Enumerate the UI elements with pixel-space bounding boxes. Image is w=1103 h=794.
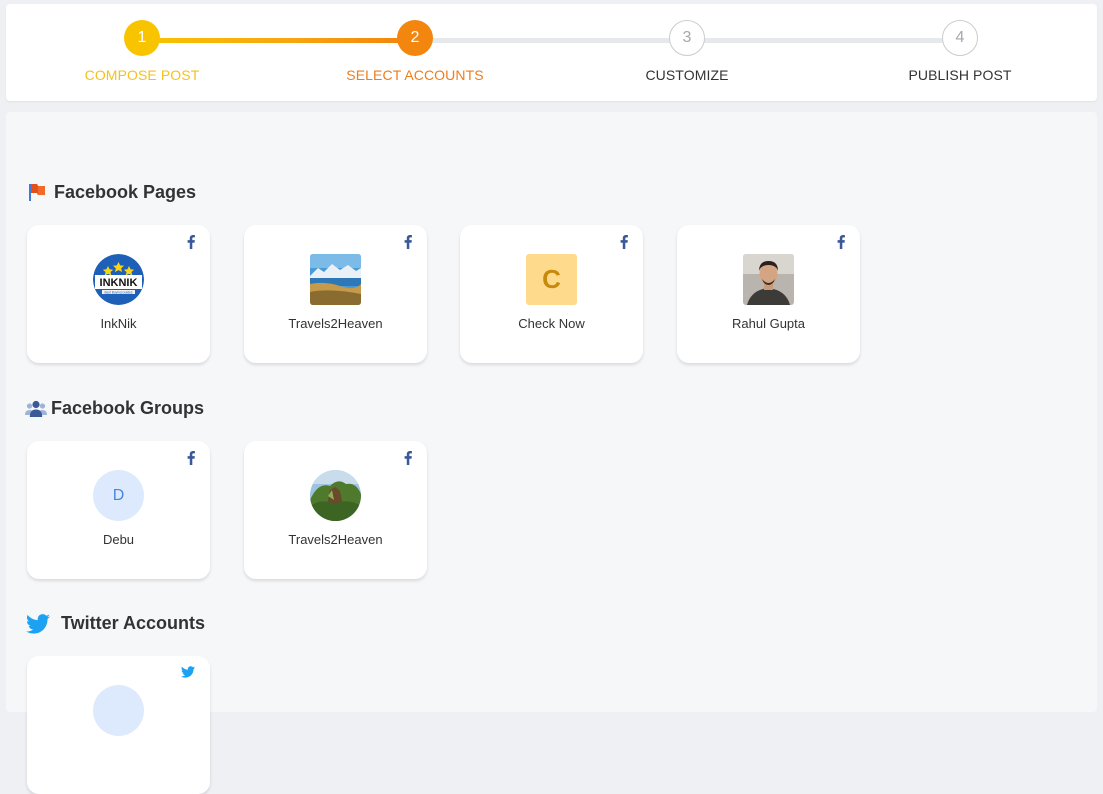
avatar [743, 254, 794, 305]
section-title-text: Facebook Groups [51, 398, 205, 418]
section-title-facebook-pages: Facebook Pages [26, 181, 196, 203]
step-number: 3 [669, 20, 705, 56]
account-name: Debu [102, 532, 135, 547]
inknik-logo-tagline: Best Buying Guides [105, 290, 133, 294]
account-name: InkNik [100, 316, 137, 331]
facebook-icon [187, 235, 195, 249]
facebook-icon [404, 235, 412, 249]
account-name: Travels2Heaven [288, 316, 383, 331]
step-customize[interactable]: 3 CUSTOMIZE [577, 20, 797, 83]
avatar [310, 470, 361, 521]
facebook-icon [620, 235, 628, 249]
avatar-initial: D [93, 470, 144, 521]
users-icon [25, 400, 47, 417]
avatar [310, 254, 361, 305]
avatar [93, 685, 144, 736]
account-card-rahul-gupta[interactable]: Rahul Gupta [677, 225, 860, 363]
facebook-icon [187, 451, 195, 465]
step-label: COMPOSE POST [84, 67, 200, 83]
section-title-twitter-accounts: Twitter Accounts [26, 613, 205, 634]
inknik-logo-text: INKNIK [100, 277, 138, 289]
avatar: D [93, 470, 144, 521]
account-name: Travels2Heaven [288, 532, 383, 547]
section-title-facebook-groups: Facebook Groups [25, 398, 204, 419]
account-card-travels2heaven-group[interactable]: Travels2Heaven [244, 441, 427, 579]
step-label: SELECT ACCOUNTS [346, 67, 484, 83]
twitter-bird-icon [26, 613, 50, 634]
account-card-travels2heaven[interactable]: Travels2Heaven [244, 225, 427, 363]
facebook-icon [404, 451, 412, 465]
account-name: Check Now [518, 316, 585, 331]
account-card-debu[interactable]: D Debu [27, 441, 210, 579]
step-number: 1 [124, 20, 160, 56]
step-label: CUSTOMIZE [645, 67, 729, 83]
account-card-inknik[interactable]: INKNIK Best Buying Guides InkNik [27, 225, 210, 363]
account-card-twitter[interactable] [27, 656, 210, 794]
twitter-icon [181, 666, 195, 678]
avatar: C [526, 254, 577, 305]
step-select-accounts[interactable]: 2 SELECT ACCOUNTS [305, 20, 525, 83]
section-title-text: Twitter Accounts [61, 613, 206, 633]
facebook-icon [837, 235, 845, 249]
avatar: INKNIK Best Buying Guides [93, 254, 144, 305]
step-number: 2 [397, 20, 433, 56]
step-compose-post[interactable]: 1 COMPOSE POST [32, 20, 252, 83]
section-title-text: Facebook Pages [54, 181, 197, 202]
step-label: PUBLISH POST [908, 67, 1012, 83]
step-number: 4 [942, 20, 978, 56]
progress-stepper: 1 COMPOSE POST 2 SELECT ACCOUNTS 3 CUSTO… [6, 4, 1097, 101]
account-name: Rahul Gupta [732, 316, 805, 331]
account-card-check-now[interactable]: C Check Now [460, 225, 643, 363]
flag-icon [29, 184, 45, 201]
step-publish-post[interactable]: 4 PUBLISH POST [850, 20, 1070, 83]
avatar-initial: C [526, 254, 577, 305]
